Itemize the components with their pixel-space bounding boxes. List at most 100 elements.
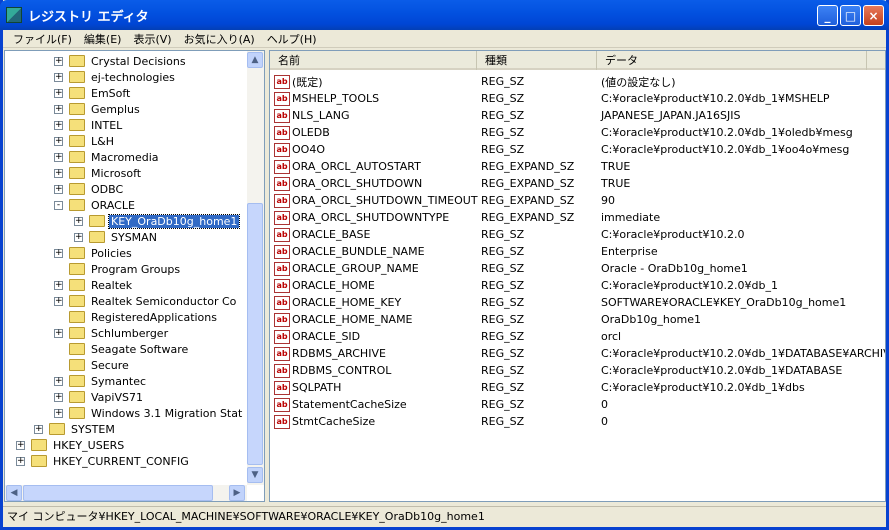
minimize-button[interactable]: _: [817, 5, 838, 26]
value-row[interactable]: ab RDBMS_ARCHIVE REG_SZ C:¥oracle¥product¥1…: [274, 345, 885, 362]
tree-item[interactable]: RegisteredApplications: [54, 309, 219, 325]
tree-item[interactable]: + Windows 3.1 Migration Stat: [54, 405, 244, 421]
tree-item-label[interactable]: SYSMAN: [109, 231, 159, 244]
tree-item[interactable]: + HKEY_USERS: [16, 437, 126, 453]
value-row[interactable]: ab ORA_ORCL_AUTOSTART REG_EXPAND_SZ TRUE: [274, 158, 630, 175]
tree-item-label[interactable]: SYSTEM: [69, 423, 117, 436]
expand-icon[interactable]: +: [54, 104, 63, 114]
scroll-up-arrow-icon[interactable]: ▲: [247, 52, 263, 68]
tree-item[interactable]: + SYSMAN: [74, 229, 159, 245]
column-header-name[interactable]: 名前: [270, 51, 477, 70]
tree-item-label[interactable]: Gemplus: [89, 103, 142, 116]
tree-item-label[interactable]: Symantec: [89, 375, 148, 388]
tree-item[interactable]: + INTEL: [54, 117, 124, 133]
value-row[interactable]: ab NLS_LANG REG_SZ JAPANESE_JAPAN.JA16SJIS: [274, 107, 740, 124]
hscroll-thumb[interactable]: [23, 485, 213, 501]
menu-view[interactable]: 表示(V): [127, 31, 177, 47]
menu-file[interactable]: ファイル(F): [7, 31, 78, 47]
value-row[interactable]: ab ORACLE_HOME_KEY REG_SZ SOFTWARE¥ORACLE¥K…: [274, 294, 846, 311]
expand-icon[interactable]: +: [54, 56, 63, 66]
expand-icon[interactable]: +: [54, 72, 63, 82]
tree-item-label[interactable]: ODBC: [89, 183, 125, 196]
value-row[interactable]: ab (既定) REG_SZ (値の設定なし): [274, 73, 676, 90]
expand-icon[interactable]: +: [54, 328, 63, 338]
tree-item[interactable]: Seagate Software: [54, 341, 190, 357]
tree-vertical-scrollbar[interactable]: ▲ ▼: [247, 51, 264, 485]
tree-item-label[interactable]: Microsoft: [89, 167, 143, 180]
value-row[interactable]: ab ORACLE_HOME_NAME REG_SZ OraDb10g_home1: [274, 311, 701, 328]
value-row[interactable]: ab ORACLE_BUNDLE_NAME REG_SZ Enterprise: [274, 243, 658, 260]
expand-icon[interactable]: +: [54, 120, 63, 130]
scroll-left-arrow-icon[interactable]: ◀: [6, 485, 22, 501]
close-button[interactable]: ×: [863, 5, 884, 26]
value-row[interactable]: ab OLEDB REG_SZ C:¥oracle¥product¥10.2.0¥db…: [274, 124, 853, 141]
expand-icon[interactable]: +: [54, 408, 63, 418]
tree-item[interactable]: + VapiVS71: [54, 389, 145, 405]
tree-item[interactable]: + Realtek: [54, 277, 134, 293]
tree-item[interactable]: + SYSTEM: [34, 421, 117, 437]
expand-icon[interactable]: +: [54, 88, 63, 98]
tree-item-label[interactable]: Policies: [89, 247, 134, 260]
value-row[interactable]: ab ORACLE_HOME REG_SZ C:¥oracle¥product¥10.…: [274, 277, 778, 294]
tree-item[interactable]: - ORACLE: [54, 197, 137, 213]
tree-item-label[interactable]: HKEY_CURRENT_CONFIG: [51, 455, 191, 468]
tree-item-label[interactable]: L&H: [89, 135, 116, 148]
tree-item-label[interactable]: Secure: [89, 359, 131, 372]
tree-item[interactable]: + ODBC: [54, 181, 125, 197]
value-row[interactable]: ab SQLPATH REG_SZ C:¥oracle¥product¥10.2.0¥…: [274, 379, 805, 396]
tree-item-label[interactable]: ej-technologies: [89, 71, 177, 84]
tree-item[interactable]: + Symantec: [54, 373, 148, 389]
expand-icon[interactable]: +: [54, 248, 63, 258]
column-header-data[interactable]: データ: [597, 51, 867, 70]
expand-icon[interactable]: +: [16, 456, 25, 466]
value-row[interactable]: ab RDBMS_CONTROL REG_SZ C:¥oracle¥product¥1…: [274, 362, 842, 379]
tree-item-label[interactable]: Realtek: [89, 279, 134, 292]
column-header-type[interactable]: 種類: [477, 51, 597, 70]
tree-item-label[interactable]: KEY_OraDb10g_home1: [107, 213, 241, 229]
expand-icon[interactable]: +: [16, 440, 25, 450]
menu-help[interactable]: ヘルプ(H): [261, 31, 323, 47]
expand-icon[interactable]: +: [54, 392, 63, 402]
value-row[interactable]: ab StmtCacheSize REG_SZ 0: [274, 413, 608, 430]
tree-item-label[interactable]: Macromedia: [89, 151, 161, 164]
tree-item-label[interactable]: Program Groups: [89, 263, 182, 276]
tree-item-label[interactable]: INTEL: [89, 119, 124, 132]
menu-favorites[interactable]: お気に入り(A): [178, 31, 261, 47]
tree-item-label[interactable]: Crystal Decisions: [89, 55, 188, 68]
tree-item[interactable]: + HKEY_CURRENT_CONFIG: [16, 453, 191, 469]
menu-edit[interactable]: 編集(E): [78, 31, 128, 47]
tree-item[interactable]: + ej-technologies: [54, 69, 177, 85]
tree-item-label[interactable]: Realtek Semiconductor Co: [89, 295, 238, 308]
tree-item[interactable]: + Policies: [54, 245, 134, 261]
tree-item-label[interactable]: Schlumberger: [89, 327, 170, 340]
scroll-down-arrow-icon[interactable]: ▼: [247, 467, 263, 483]
value-row[interactable]: ab ORA_ORCL_SHUTDOWN REG_EXPAND_SZ TRUE: [274, 175, 630, 192]
tree-item[interactable]: Secure: [54, 357, 131, 373]
tree-item-label[interactable]: EmSoft: [89, 87, 132, 100]
tree-item[interactable]: + L&H: [54, 133, 116, 149]
tree-item-label[interactable]: HKEY_USERS: [51, 439, 126, 452]
tree-item[interactable]: + Realtek Semiconductor Co: [54, 293, 238, 309]
tree-item[interactable]: + KEY_OraDb10g_home1: [74, 213, 241, 229]
tree-item-label[interactable]: VapiVS71: [89, 391, 145, 404]
expand-icon[interactable]: +: [54, 184, 63, 194]
value-row[interactable]: ab ORACLE_BASE REG_SZ C:¥oracle¥product¥10.…: [274, 226, 745, 243]
expand-icon[interactable]: +: [74, 232, 83, 242]
maximize-button[interactable]: □: [840, 5, 861, 26]
tree-horizontal-scrollbar[interactable]: ◀ ▶: [5, 485, 247, 501]
tree-item[interactable]: + Crystal Decisions: [54, 53, 188, 69]
tree-item-label[interactable]: RegisteredApplications: [89, 311, 219, 324]
value-row[interactable]: ab StatementCacheSize REG_SZ 0: [274, 396, 608, 413]
tree-item[interactable]: + Gemplus: [54, 101, 142, 117]
tree-item[interactable]: + Schlumberger: [54, 325, 170, 341]
value-row[interactable]: ab ORACLE_GROUP_NAME REG_SZ Oracle - OraDb1…: [274, 260, 748, 277]
expand-icon[interactable]: +: [54, 280, 63, 290]
scroll-right-arrow-icon[interactable]: ▶: [229, 485, 245, 501]
expand-icon[interactable]: +: [74, 216, 83, 226]
collapse-icon[interactable]: -: [54, 200, 63, 210]
scroll-thumb[interactable]: [247, 203, 263, 465]
expand-icon[interactable]: +: [54, 152, 63, 162]
value-row[interactable]: ab MSHELP_TOOLS REG_SZ C:¥oracle¥product¥10…: [274, 90, 829, 107]
tree-item[interactable]: + Macromedia: [54, 149, 161, 165]
tree-item[interactable]: Program Groups: [54, 261, 182, 277]
